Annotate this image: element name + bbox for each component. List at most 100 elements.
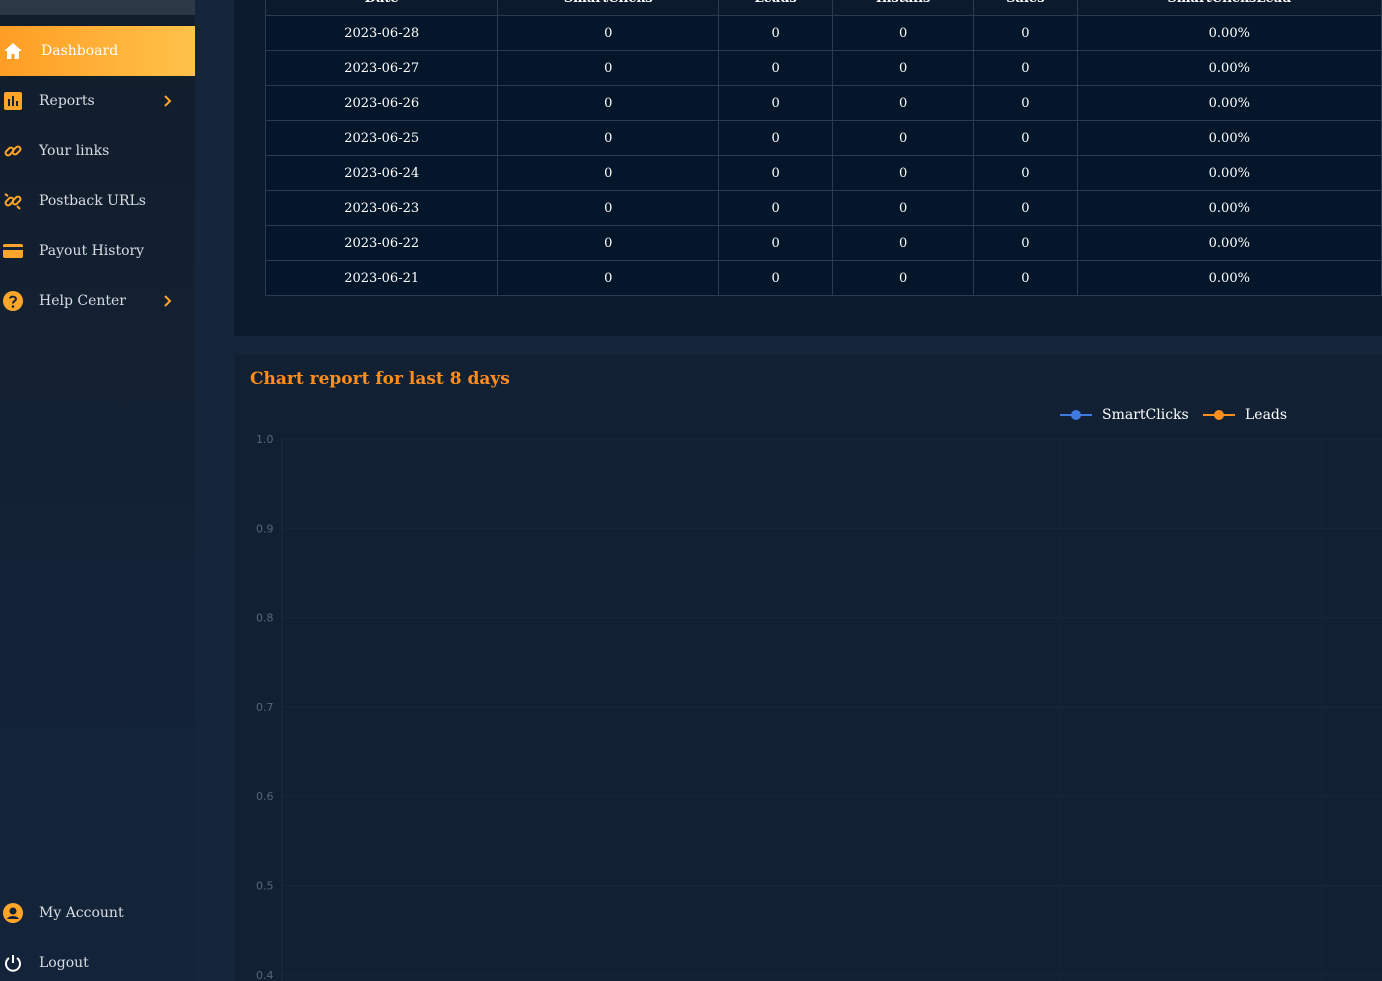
- legend-item-smartclicks[interactable]: SmartClicks: [1060, 407, 1189, 423]
- sidebar-item-reports[interactable]: Reports: [0, 76, 195, 126]
- table-cell: 0: [497, 120, 720, 156]
- sidebar-item-label: Postback URLs: [39, 193, 146, 209]
- sidebar-item-label: Help Center: [39, 293, 127, 309]
- table-cell: 0: [973, 155, 1078, 191]
- power-icon: [3, 953, 23, 973]
- table-cell: 0.00%: [1076, 50, 1382, 86]
- table-cell: 0: [973, 50, 1078, 86]
- legend-label: Leads: [1245, 407, 1288, 423]
- report-table-panel: Date SmartClicks Leads Installs Sales Sm…: [234, 0, 1382, 336]
- table-cell: 0: [718, 260, 834, 296]
- sidebar-item-label: Payout History: [39, 243, 145, 259]
- table-cell: 0: [973, 120, 1078, 156]
- link-icon: [3, 141, 23, 161]
- legend-label: SmartClicks: [1102, 407, 1189, 423]
- table-cell: 0: [832, 50, 975, 86]
- line-chart: 1.0 0.9 0.8 0.7 0.6 0.5 0.4: [256, 433, 1382, 981]
- report-table: Date SmartClicks Leads Installs Sales Sm…: [264, 0, 1382, 296]
- table-row: 2023-06-23 0 0 0 0 0.00%: [264, 190, 1382, 226]
- legend-item-leads[interactable]: Leads: [1203, 407, 1287, 423]
- sidebar-item-label: My Account: [39, 905, 124, 921]
- chevron-right-icon: [164, 95, 172, 107]
- table-cell: 0: [832, 15, 975, 51]
- column-header: SmartClicksLead: [1076, 0, 1382, 16]
- sidebar-item-label: Dashboard: [41, 43, 119, 59]
- table-cell: 0: [973, 225, 1078, 261]
- help-icon: [3, 291, 23, 311]
- y-tick-label: 1.0: [256, 433, 274, 446]
- y-tick-label: 0.4: [256, 969, 274, 981]
- table-cell: 2023-06-25: [264, 120, 499, 156]
- table-cell: 2023-06-28: [264, 15, 499, 51]
- table-cell: 0: [497, 260, 720, 296]
- table-cell: 0: [718, 225, 834, 261]
- bar-chart-icon: [3, 91, 23, 111]
- table-cell: 0: [832, 260, 975, 296]
- credit-card-icon: [3, 241, 23, 261]
- table-row: 2023-06-26 0 0 0 0 0.00%: [264, 85, 1382, 121]
- table-row: 2023-06-21 0 0 0 0 0.00%: [264, 260, 1382, 296]
- sidebar-item-payout-history[interactable]: Payout History: [0, 226, 195, 276]
- column-header: SmartClicks: [497, 0, 720, 16]
- table-cell: 0: [497, 190, 720, 226]
- table-cell: 2023-06-23: [264, 190, 499, 226]
- y-tick-label: 0.7: [256, 701, 274, 714]
- broken-link-icon: [3, 191, 23, 211]
- table-cell: 2023-06-26: [264, 85, 499, 121]
- legend-marker: [1203, 410, 1235, 420]
- home-icon: [3, 41, 23, 61]
- table-cell: 0: [497, 85, 720, 121]
- table-row: 2023-06-28 0 0 0 0 0.00%: [264, 15, 1382, 51]
- table-cell: 0: [832, 225, 975, 261]
- sidebar-item-label: Your links: [39, 143, 110, 159]
- column-header: Leads: [718, 0, 834, 16]
- sidebar-item-label: Logout: [39, 955, 89, 971]
- y-tick-label: 0.8: [256, 612, 274, 625]
- chart-panel: Chart report for last 8 days SmartClicks…: [234, 355, 1382, 981]
- table-cell: 2023-06-27: [264, 50, 499, 86]
- table-cell: 0.00%: [1076, 225, 1382, 261]
- table-cell: 0: [718, 50, 834, 86]
- column-header: Installs: [832, 0, 975, 16]
- table-cell: 0: [497, 155, 720, 191]
- table-cell: 0.00%: [1076, 85, 1382, 121]
- table-cell: 0: [718, 190, 834, 226]
- table-cell: 0: [832, 120, 975, 156]
- table-cell: 0.00%: [1076, 190, 1382, 226]
- table-header-row: Date SmartClicks Leads Installs Sales Sm…: [264, 0, 1382, 16]
- chevron-right-icon: [164, 295, 172, 307]
- table-cell: 0: [497, 50, 720, 86]
- column-header: Date: [264, 0, 499, 16]
- sidebar-item-logout[interactable]: Logout: [0, 938, 195, 981]
- table-row: 2023-06-25 0 0 0 0 0.00%: [264, 120, 1382, 156]
- table-cell: 0: [497, 15, 720, 51]
- table-cell: 0.00%: [1076, 155, 1382, 191]
- table-cell: 0: [718, 85, 834, 121]
- table-cell: 0: [497, 225, 720, 261]
- table-cell: 0: [832, 85, 975, 121]
- user-icon: [3, 903, 23, 923]
- sidebar-item-dashboard[interactable]: Dashboard: [0, 26, 195, 76]
- table-cell: 0: [973, 190, 1078, 226]
- sidebar-item-help-center[interactable]: Help Center: [0, 276, 195, 326]
- table-cell: 2023-06-21: [264, 260, 499, 296]
- chart-title: Chart report for last 8 days: [250, 369, 510, 389]
- table-row: 2023-06-27 0 0 0 0 0.00%: [264, 50, 1382, 86]
- legend-marker: [1060, 410, 1092, 420]
- sidebar-item-label: Reports: [39, 93, 95, 109]
- table-cell: 0: [973, 85, 1078, 121]
- table-cell: 0.00%: [1076, 15, 1382, 51]
- table-cell: 0: [718, 15, 834, 51]
- sidebar-item-postback-urls[interactable]: Postback URLs: [0, 176, 195, 226]
- table-cell: 0.00%: [1076, 120, 1382, 156]
- y-tick-label: 0.5: [256, 880, 274, 893]
- table-cell: 2023-06-22: [264, 225, 499, 261]
- column-header: Sales: [973, 0, 1078, 16]
- sidebar-item-your-links[interactable]: Your links: [0, 126, 195, 176]
- y-tick-label: 0.9: [256, 522, 274, 535]
- table-cell: 0: [832, 155, 975, 191]
- sidebar-item-my-account[interactable]: My Account: [0, 888, 195, 938]
- table-cell: 0: [973, 260, 1078, 296]
- table-cell: 0: [973, 15, 1078, 51]
- table-cell: 0.00%: [1076, 260, 1382, 296]
